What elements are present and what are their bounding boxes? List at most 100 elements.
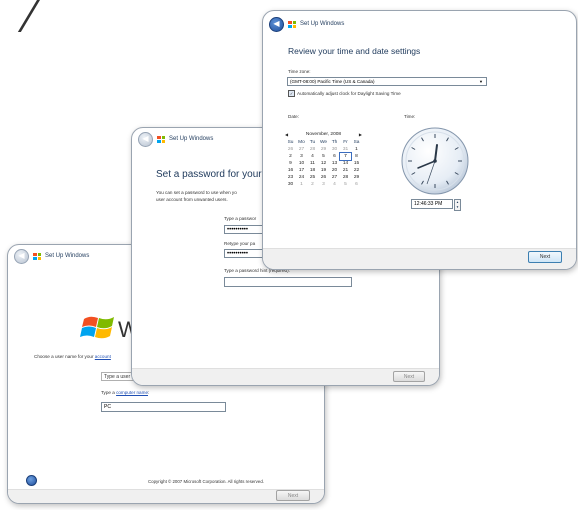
- setup-window-time-date: ◀ Set Up Windows Review your time and da…: [262, 10, 577, 270]
- calendar-day[interactable]: 4: [329, 181, 340, 188]
- calendar-day[interactable]: 17: [296, 167, 307, 174]
- calendar-day[interactable]: 28: [340, 174, 351, 181]
- calendar-day[interactable]: 2: [285, 153, 296, 160]
- window-title: Set Up Windows: [169, 136, 214, 142]
- computer-name-link[interactable]: computer name: [116, 390, 148, 395]
- calendar-day[interactable]: 27: [329, 174, 340, 181]
- calendar-day[interactable]: 16: [285, 167, 296, 174]
- weekday-label: Sa: [353, 140, 360, 145]
- title-bar: ◀ Set Up Windows: [263, 11, 576, 37]
- next-month-icon[interactable]: ▶: [359, 132, 362, 137]
- calendar-day[interactable]: 25: [307, 174, 318, 181]
- calendar-day[interactable]: 31: [340, 146, 351, 153]
- calendar-day[interactable]: 3: [296, 153, 307, 160]
- time-zone-label: Time zone:: [288, 69, 311, 74]
- calendar-day[interactable]: 24: [296, 174, 307, 181]
- calendar-day[interactable]: 13: [329, 160, 340, 167]
- calendar-day[interactable]: 6: [351, 181, 362, 188]
- calendar-week-row: 2 3 4 5 6 7 8: [285, 152, 362, 161]
- weekday-header-row: Su Mo Tu We Th Fr Sa: [285, 139, 362, 146]
- description-line-1: You can set a password to use when yo: [156, 190, 237, 195]
- calendar-week-row: 30 1 2 3 4 5 6: [285, 181, 362, 188]
- calendar-day[interactable]: 21: [340, 167, 351, 174]
- next-button[interactable]: Next: [276, 490, 310, 501]
- calendar-day[interactable]: 3: [318, 181, 329, 188]
- next-button[interactable]: Next: [528, 251, 562, 263]
- password-hint-field[interactable]: [224, 277, 352, 287]
- windows-flag-icon: [157, 135, 165, 143]
- copyright-text: Copyright © 2007 Microsoft Corporation. …: [148, 479, 264, 484]
- calendar-day[interactable]: 22: [351, 167, 362, 174]
- calendar-day[interactable]: 11: [307, 160, 318, 167]
- dst-checkbox[interactable]: ✓: [288, 90, 295, 97]
- calendar-day[interactable]: 5: [318, 153, 329, 160]
- window-title: Set Up Windows: [300, 21, 345, 27]
- windows-logo: [80, 313, 120, 343]
- calendar-month-label: November, 2008: [305, 132, 342, 137]
- weekday-label: Fr: [343, 140, 348, 145]
- back-arrow-icon[interactable]: ◀: [138, 131, 153, 147]
- calendar-week-row: 9 10 11 12 13 14 15: [285, 160, 362, 167]
- prev-month-icon[interactable]: ◀: [285, 132, 288, 137]
- calendar-day[interactable]: 26: [318, 174, 329, 181]
- password-label: Type a passwor: [224, 216, 257, 221]
- calendar-week-row: 16 17 18 19 20 21 22: [285, 167, 362, 174]
- calendar-day[interactable]: 18: [307, 167, 318, 174]
- time-input[interactable]: 12:46:33 PM: [411, 199, 453, 209]
- calendar-week-row: 26 27 28 29 30 31 1: [285, 146, 362, 153]
- calendar-day[interactable]: 30: [329, 146, 340, 153]
- back-arrow-icon[interactable]: ◀: [14, 248, 29, 264]
- ease-of-access-icon[interactable]: [26, 475, 37, 486]
- computer-name-label: Type a computer name:: [101, 390, 150, 395]
- calendar-day[interactable]: 30: [285, 181, 296, 188]
- description-line-2: user account from unwanted users.: [156, 197, 228, 202]
- calendar-day[interactable]: 12: [318, 160, 329, 167]
- calendar-day[interactable]: 1: [351, 146, 362, 153]
- calendar-day[interactable]: 6: [329, 153, 340, 160]
- calendar-day[interactable]: 14: [340, 160, 351, 167]
- weekday-label: We: [319, 140, 328, 145]
- window-title: Set Up Windows: [45, 253, 90, 259]
- weekday-label: Mo: [298, 140, 305, 145]
- retype-password-label: Retype your pa: [224, 241, 256, 246]
- calendar-day[interactable]: 1: [296, 181, 307, 188]
- back-arrow-icon[interactable]: ◀: [269, 16, 284, 32]
- calendar-day[interactable]: 5: [340, 181, 351, 188]
- dst-checkbox-row[interactable]: ✓ Automatically adjust clock for Dayligh…: [288, 90, 401, 97]
- computer-name-field[interactable]: PC: [101, 402, 226, 412]
- account-link[interactable]: account: [95, 354, 111, 359]
- calendar-day[interactable]: 29: [351, 174, 362, 181]
- calendar-day[interactable]: 2: [307, 181, 318, 188]
- time-zone-dropdown[interactable]: (GMT-08:00) Pacific Time (US & Canada) ▼: [287, 77, 487, 86]
- time-spinner[interactable]: ▲ ▼: [454, 199, 461, 211]
- step-number: 7: [2, 0, 55, 46]
- windows-flag-icon: [288, 20, 296, 28]
- calendar: ◀ November, 2008 ▶ Su Mo Tu We Th Fr Sa …: [285, 130, 362, 188]
- calendar-day[interactable]: 29: [318, 146, 329, 153]
- time-label: Time:: [404, 114, 416, 119]
- calendar-week-row: 23 24 25 26 27 28 29: [285, 174, 362, 181]
- calendar-day[interactable]: 20: [329, 167, 340, 174]
- spin-down-icon[interactable]: ▼: [455, 205, 460, 210]
- page-heading: Review your time and date settings: [288, 46, 421, 56]
- next-button[interactable]: Next: [393, 371, 425, 382]
- calendar-day[interactable]: 8: [351, 153, 362, 160]
- calendar-day[interactable]: 10: [296, 160, 307, 167]
- calendar-grid: Su Mo Tu We Th Fr Sa 26 27 28 29 30 31 1…: [285, 139, 362, 188]
- windows-flag-icon: [33, 252, 41, 260]
- calendar-day-selected[interactable]: 7: [339, 152, 352, 161]
- analog-clock-icon: [400, 126, 470, 196]
- calendar-day[interactable]: 9: [285, 160, 296, 167]
- choose-username-text: Choose a user name for your account: [34, 354, 111, 359]
- calendar-day[interactable]: 19: [318, 167, 329, 174]
- calendar-day[interactable]: 27: [296, 146, 307, 153]
- calendar-day[interactable]: 4: [307, 153, 318, 160]
- calendar-day[interactable]: 28: [307, 146, 318, 153]
- weekday-label: Tu: [309, 140, 316, 145]
- weekday-label: Th: [331, 140, 338, 145]
- calendar-day[interactable]: 15: [351, 160, 362, 167]
- calendar-day[interactable]: 26: [285, 146, 296, 153]
- chevron-down-icon: ▼: [479, 79, 483, 84]
- calendar-day[interactable]: 23: [285, 174, 296, 181]
- weekday-label: Su: [287, 140, 294, 145]
